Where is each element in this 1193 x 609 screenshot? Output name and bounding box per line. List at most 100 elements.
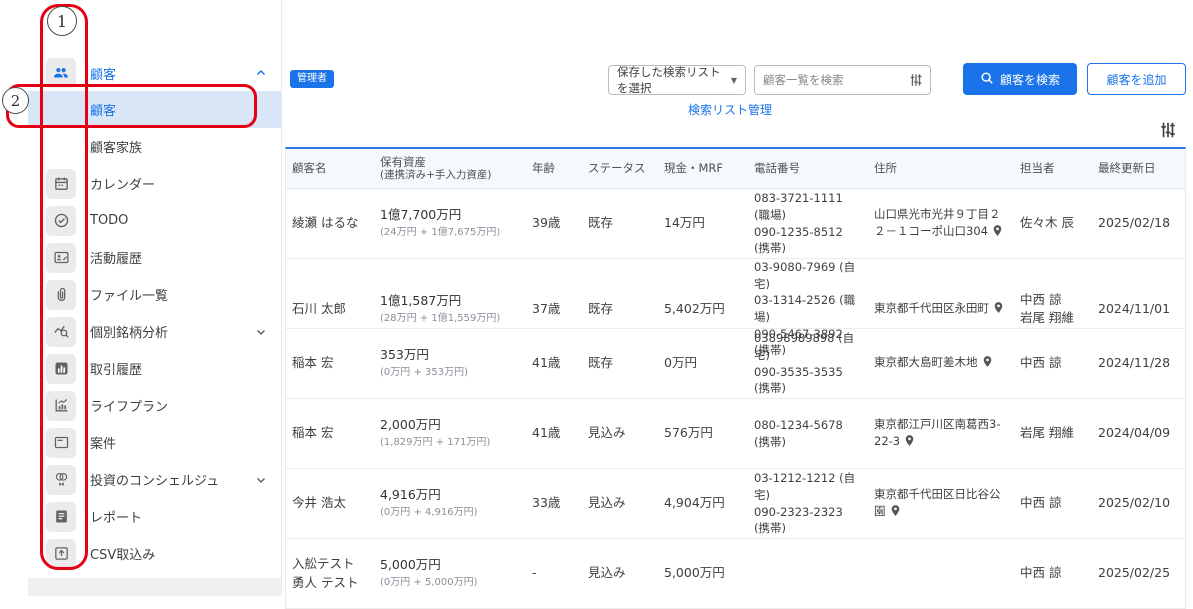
sidebar-item-label: 投資のコンシェルジュ (90, 474, 220, 489)
cell-cash-mrf: 576万円 (664, 425, 713, 441)
cell-last-updated: 2024/11/01 (1098, 300, 1171, 316)
table-row[interactable]: 綾瀬 はるな 1億7,700万円 (24万円 + 1億7,675万円) 39歳 … (286, 189, 1185, 259)
sidebar-item-cases[interactable]: 案件 (28, 424, 281, 461)
sidebar-nav: 顧客 顧客 顧客家族 カレンダー TODO 活動履歴 ファイル一覧 個別銘柄分析… (28, 55, 281, 572)
table-body: 綾瀬 はるな 1億7,700万円 (24万円 + 1億7,675万円) 39歳 … (286, 189, 1185, 609)
cell-assets: 1億7,700万円 (24万円 + 1億7,675万円) (374, 206, 526, 241)
assets-breakdown: (24万円 + 1億7,675万円) (380, 227, 501, 239)
header-phone: 電話番号 (754, 161, 800, 176)
cell-cash-mrf: 14万円 (664, 215, 705, 231)
transaction-history-icon (46, 353, 76, 384)
cell-staff: 中西 諒岩尾 翔維 (1020, 291, 1074, 326)
stock-analysis-icon (46, 316, 76, 347)
table-row[interactable]: 今井 浩太 4,916万円 (0万円 + 4,916万円) 33歳 見込み 4,… (286, 469, 1185, 539)
cell-staff: 中西 諒 (1020, 565, 1062, 581)
people-icon (46, 58, 76, 88)
cell-last-updated: 2025/02/10 (1098, 495, 1171, 511)
cell-customer-name: 石川 太郎 (292, 300, 346, 316)
customer-search-input[interactable] (754, 65, 931, 95)
paperclip-icon (46, 279, 76, 310)
assets-breakdown: (0万円 + 4,916万円) (380, 507, 478, 519)
sidebar-item-calendar[interactable]: カレンダー (28, 165, 281, 202)
sidebar-item-stock-analysis[interactable]: 個別銘柄分析 (28, 313, 281, 350)
assets-total: 5,000万円 (380, 557, 441, 573)
sidebar-subitem-customer-family[interactable]: 顧客家族 (28, 128, 281, 165)
add-customer-button[interactable]: 顧客を追加 (1087, 63, 1186, 95)
sidebar-item-report[interactable]: レポート (28, 498, 281, 535)
address-text: 山口県光市光井９丁目２２－１コーポ山口304 (874, 206, 1001, 238)
sidebar-subitem-label: 顧客家族 (90, 141, 143, 156)
sidebar-item-csv-import[interactable]: CSV取込み (28, 535, 281, 572)
saved-search-list-select[interactable]: 保存した検索リストを選択 ▼ (608, 65, 746, 95)
cell-staff: 中西 諒 (1020, 495, 1062, 511)
annotation-circle-1: 1 (47, 6, 77, 36)
search-customers-button[interactable]: 顧客を検索 (963, 63, 1077, 95)
cell-age: 37歳 (532, 300, 561, 316)
cell-phone: 03898989898 (自宅) 090-3535-3535 (携帯) (754, 331, 855, 396)
lifeplan-chart-icon (46, 390, 76, 421)
sidebar-item-label: レポート (90, 511, 143, 526)
cell-last-updated: 2025/02/18 (1098, 215, 1171, 231)
table-row[interactable]: 稲本 宏 2,000万円 (1,829万円 + 171万円) 41歳 見込み 5… (286, 399, 1185, 469)
cell-last-updated: 2024/04/09 (1098, 425, 1171, 441)
assets-breakdown: (1,829万円 + 171万円) (380, 437, 491, 449)
location-pin-icon[interactable] (981, 356, 994, 371)
location-pin-icon[interactable] (889, 504, 902, 520)
sidebar-item-file-list[interactable]: ファイル一覧 (28, 276, 281, 313)
cell-assets: 5,000万円 (0万円 + 5,000万円) (374, 556, 526, 591)
add-customer-button-label: 顧客を追加 (1106, 72, 1167, 87)
sidebar-item-life-plan[interactable]: ライフプラン (28, 387, 281, 424)
sidebar-subitem-customers[interactable]: 顧客 (28, 91, 281, 128)
cell-customer-name: 稲本 宏 (292, 425, 334, 441)
location-pin-icon[interactable] (992, 301, 1005, 317)
header-last-updated: 最終更新日 (1098, 161, 1156, 176)
case-icon (46, 427, 76, 458)
search-list-management-link[interactable]: 検索リスト管理 (688, 101, 772, 118)
search-filter-tune-icon[interactable] (908, 72, 924, 92)
table-row[interactable]: 入舩テスト 勇人 テスト 5,000万円 (0万円 + 5,000万円) - 見… (286, 539, 1185, 609)
sidebar-item-transaction-history[interactable]: 取引履歴 (28, 350, 281, 387)
assets-total: 1億7,700万円 (380, 207, 462, 223)
search-customers-button-label: 顧客を検索 (999, 72, 1060, 87)
table-row[interactable]: 稲本 宏 353万円 (0万円 + 353万円) 41歳 既存 0万円 0389… (286, 329, 1185, 399)
cell-phone: 03-1212-1212 (自宅) 090-2323-2323 (携帯) (754, 471, 856, 536)
sidebar-item-todo[interactable]: TODO (28, 202, 281, 239)
cell-status: 見込み (588, 495, 626, 511)
sidebar-item-activity-history[interactable]: 活動履歴 (28, 239, 281, 276)
header-assets-main: 保有資産 (380, 154, 426, 169)
sidebar-item-investment-concierge[interactable]: 投資のコンシェルジュ (28, 461, 281, 498)
todo-check-icon (46, 205, 76, 236)
sidebar-item-label: 取引履歴 (90, 363, 143, 378)
cell-customer-name: 今井 浩太 (292, 495, 346, 511)
cell-staff: 佐々木 辰 (1020, 215, 1074, 231)
admin-role-badge: 管理者 (290, 70, 334, 88)
sidebar-subitem-label: 顧客 (90, 104, 117, 119)
assets-breakdown: (28万円 + 1億1,559万円) (380, 312, 501, 324)
cell-assets: 1億1,587万円 (28万円 + 1億1,559万円) (374, 292, 526, 327)
sidebar-item-customers[interactable]: 顧客 (28, 55, 281, 91)
location-pin-icon[interactable] (991, 224, 1004, 240)
cell-age: 41歳 (532, 355, 561, 371)
calendar-icon (46, 168, 76, 199)
sidebar-item-label: CSV取込み (90, 548, 156, 563)
sidebar-item-label: 活動履歴 (90, 252, 143, 267)
annotation-circle-2: 2 (2, 87, 29, 114)
cell-assets: 4,916万円 (0万円 + 4,916万円) (374, 486, 526, 521)
header-cash-mrf: 現金・MRF (664, 161, 724, 176)
table-row[interactable]: 石川 太郎 1億1,587万円 (28万円 + 1億1,559万円) 37歳 既… (286, 259, 1185, 357)
activity-history-icon (46, 242, 76, 273)
assets-total: 4,916万円 (380, 487, 441, 503)
header-age: 年齢 (532, 161, 555, 176)
customer-search-box (754, 65, 931, 95)
header-assets-sub: (連携済み+手入力資産) (380, 169, 492, 182)
cell-last-updated: 2025/02/25 (1098, 565, 1171, 581)
customer-table: 顧客名 保有資産 (連携済み+手入力資産) 年齢 ステータス 現金・MRF 電話… (285, 147, 1186, 609)
header-customer-name: 顧客名 (292, 161, 327, 176)
location-pin-icon[interactable] (903, 434, 916, 450)
cell-customer-name: 入舩テスト 勇人 テスト (292, 556, 359, 590)
assets-total: 353万円 (380, 347, 429, 363)
column-settings-tune-icon[interactable] (1158, 120, 1178, 144)
cell-status: 既存 (588, 355, 614, 371)
concierge-icon (46, 464, 76, 495)
cell-age: - (532, 565, 537, 581)
